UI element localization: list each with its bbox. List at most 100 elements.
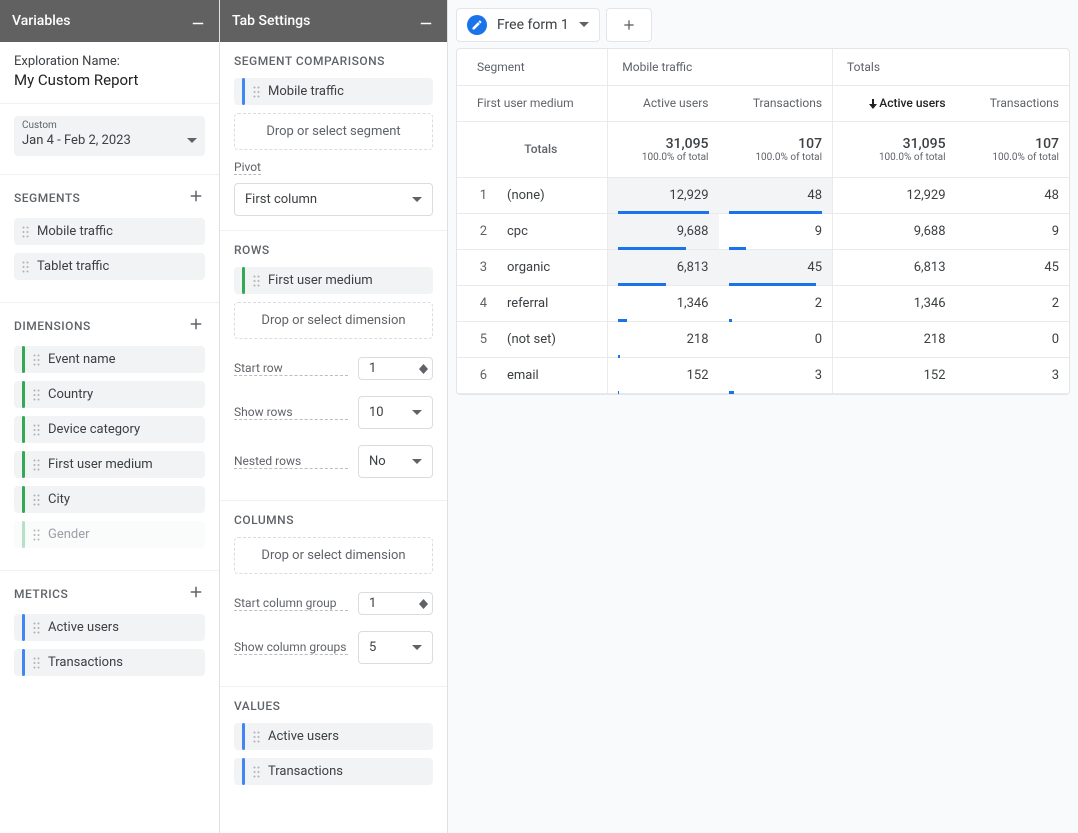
sort-desc-icon [869,99,877,109]
chip-label: First user medium [48,457,153,472]
dimension-chip[interactable]: Country [14,381,205,408]
metric-chip[interactable]: Active users [14,614,205,641]
row-dimension-header[interactable]: First user medium [457,85,608,121]
tab-label: Free form 1 [497,17,569,33]
start-row-value: 1 [369,361,376,376]
metric-chip[interactable]: Transactions [14,649,205,676]
chip-label: Country [48,387,93,402]
nested-rows-label: Nested rows [234,454,348,469]
collapse-icon[interactable] [417,10,435,32]
report-table: Segment Mobile traffic Totals First user… [456,48,1070,395]
add-segment-button[interactable] [187,187,205,208]
row-drop-zone[interactable]: Drop or select dimension [234,302,433,339]
stepper-arrows-icon [419,363,428,375]
date-range-picker[interactable]: Custom Jan 4 - Feb 2, 2023 [14,116,205,156]
row-label: (not set) [497,321,608,357]
chip-label: Mobile traffic [268,84,344,99]
edit-icon [467,15,487,35]
chip-label: First user medium [268,273,373,288]
report-tabbar: Free form 1 [456,8,1070,42]
add-tab-button[interactable] [606,8,652,42]
metric-chip[interactable]: Transactions [234,758,433,785]
section-label: SEGMENT COMPARISONS [234,54,385,68]
report-tab[interactable]: Free form 1 [456,8,600,42]
dimension-chip[interactable]: Event name [14,346,205,373]
drag-handle-icon [33,622,40,634]
segment-chip[interactable]: Tablet traffic [14,253,205,280]
chip-label: City [48,492,70,507]
dimensions-section: DIMENSIONS Event name Country Device cat… [0,303,219,571]
metric-header-sorted[interactable]: Active users [833,85,956,121]
add-dimension-button[interactable] [187,315,205,336]
plus-icon [621,17,637,33]
table-row[interactable]: 3 organic 6,813 45 6,813 45 [457,249,1069,285]
table-row[interactable]: 2 cpc 9,688 9 9,688 9 [457,213,1069,249]
row-label: email [497,357,608,393]
metric-chip[interactable]: Active users [234,723,433,750]
segment-chip[interactable]: Mobile traffic [234,78,433,105]
stepper-arrows-icon [419,598,428,610]
start-col-stepper[interactable]: 1 [358,592,433,615]
column-drop-zone[interactable]: Drop or select dimension [234,537,433,574]
row-index: 4 [457,285,497,321]
chip-label: Device category [48,422,140,437]
exploration-name-label: Exploration Name: [14,54,205,69]
table-row[interactable]: 5 (not set) 218 0 218 0 [457,321,1069,357]
show-col-value: 5 [369,640,376,655]
segment-header: Segment [457,49,608,85]
dimension-chip[interactable]: First user medium [234,267,433,294]
row-index: 5 [457,321,497,357]
section-label: VALUES [234,699,280,713]
table-row[interactable]: 4 referral 1,346 2 1,346 2 [457,285,1069,321]
exploration-name[interactable]: My Custom Report [14,71,205,89]
dimension-chip[interactable]: First user medium [14,451,205,478]
rows-section: ROWS First user medium Drop or select di… [220,231,447,501]
dimension-chip[interactable]: Gender [14,521,205,548]
drag-handle-icon [22,261,29,273]
chip-label: Gender [48,527,90,542]
chevron-down-icon [412,197,422,203]
segment-drop-zone[interactable]: Drop or select segment [234,113,433,150]
metric-header[interactable]: Transactions [719,85,833,121]
section-label: COLUMNS [234,513,294,527]
metric-header[interactable]: Active users [608,85,719,121]
row-label: cpc [497,213,608,249]
row-label: referral [497,285,608,321]
chip-color-bar [242,78,245,105]
chevron-down-icon [579,22,589,28]
dimension-chip[interactable]: Device category [14,416,205,443]
nested-rows-select[interactable]: No [358,445,433,478]
chip-color-bar [22,381,25,408]
date-range-value: Jan 4 - Feb 2, 2023 [22,133,131,148]
chevron-down-icon [412,410,422,416]
show-col-select[interactable]: 5 [358,631,433,664]
segments-title: SEGMENTS [14,191,80,205]
totals-group-header: Totals [833,49,1069,85]
drag-handle-icon [33,389,40,401]
drag-handle-icon [22,226,29,238]
chip-label: Mobile traffic [37,224,113,239]
chip-color-bar [242,758,245,785]
pivot-label: Pivot [234,160,261,175]
row-label: (none) [497,177,608,213]
table-row[interactable]: 6 email 152 3 152 3 [457,357,1069,393]
tab-settings-title: Tab Settings [232,13,310,29]
start-row-stepper[interactable]: 1 [358,357,433,380]
table-row[interactable]: 1 (none) 12,929 48 12,929 48 [457,177,1069,213]
chip-color-bar [22,346,25,373]
segment-chip[interactable]: Mobile traffic [14,218,205,245]
chip-color-bar [22,521,25,548]
add-metric-button[interactable] [187,583,205,604]
pivot-select[interactable]: First column [234,183,433,216]
collapse-icon[interactable] [189,10,207,32]
chip-color-bar [22,614,25,641]
show-rows-select[interactable]: 10 [358,396,433,429]
dimension-chip[interactable]: City [14,486,205,513]
chip-label: Transactions [48,655,123,670]
start-row-label: Start row [234,361,348,376]
metric-header[interactable]: Transactions [956,85,1069,121]
report-area: Free form 1 Segment Mobile traffic Total… [448,0,1078,833]
chevron-down-icon [412,459,422,465]
tab-settings-panel: Tab Settings SEGMENT COMPARISONS Mobile … [220,0,448,833]
chip-label: Tablet traffic [37,259,109,274]
